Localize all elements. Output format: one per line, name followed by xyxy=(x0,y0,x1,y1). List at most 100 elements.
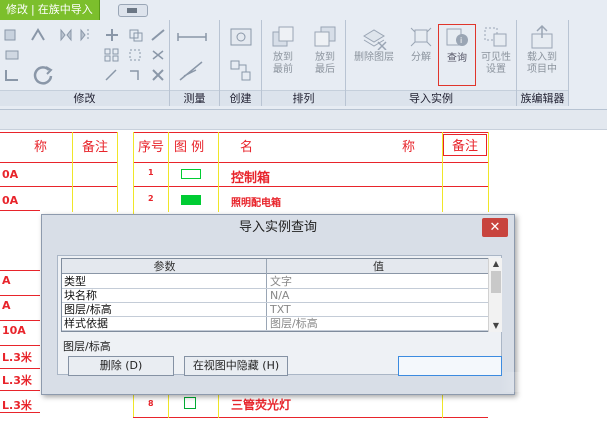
create-component-icon[interactable] xyxy=(228,26,254,48)
left-name-header: 称 xyxy=(34,140,48,155)
left-cell: L.3米 xyxy=(2,374,32,387)
bring-to-front-icon xyxy=(272,26,294,47)
grid-line xyxy=(168,132,169,212)
array-icon[interactable] xyxy=(104,48,120,62)
scroll-thumb[interactable] xyxy=(491,271,501,293)
delete-layers-label: 删除图层 xyxy=(354,52,394,63)
grid-line xyxy=(168,394,169,418)
copy-icon[interactable] xyxy=(128,28,144,42)
visibility-settings-label-2: 设置 xyxy=(486,64,506,75)
left-cell: A xyxy=(2,274,11,287)
load-into-project-label-1: 载入到 xyxy=(527,52,557,63)
hide-in-view-button[interactable]: 在视图中隐藏 (H) xyxy=(184,356,288,376)
name-header-head: 名 xyxy=(240,140,254,155)
legend-swatch-fluorescent xyxy=(184,397,196,409)
dialog-body: 参数 值 类型 文字 块名称 N/A 图层/标高 TXT 样式依据 图层/标高 … xyxy=(57,255,502,376)
grid-line xyxy=(0,132,118,133)
left-cell: 0A xyxy=(2,168,19,181)
send-to-back-label-1: 放到 xyxy=(315,52,335,63)
panel-title-import-instance: 导入实例 xyxy=(346,90,516,106)
grid-line xyxy=(0,210,40,211)
delete-icon[interactable] xyxy=(150,68,166,82)
legend-header: 图 例 xyxy=(174,140,205,155)
measure-dimension-icon[interactable] xyxy=(176,30,208,44)
delete-layers-button[interactable]: 删除图层 xyxy=(350,24,398,86)
view-strip xyxy=(0,110,607,130)
dialog-title: 导入实例查询 xyxy=(238,220,317,235)
load-into-project-button[interactable]: 载入到 项目中 xyxy=(523,24,561,86)
param-value: 图层/标高 xyxy=(270,317,318,330)
move-icon[interactable] xyxy=(104,28,120,42)
left-cell: L.3米 xyxy=(2,351,32,364)
quick-access-dropdown[interactable] xyxy=(118,4,148,17)
scroll-down-arrow-icon[interactable]: ▼ xyxy=(489,320,503,332)
send-to-back-button[interactable]: 放到 最后 xyxy=(306,24,344,86)
left-cell: 0A xyxy=(2,194,19,207)
visibility-settings-button[interactable]: 可见性 设置 xyxy=(478,24,514,86)
create-group-icon[interactable] xyxy=(228,58,254,84)
tab-separator: | xyxy=(31,3,35,16)
svg-text:i: i xyxy=(460,36,462,45)
scroll-up-arrow-icon[interactable]: ▲ xyxy=(489,258,503,270)
param-name: 样式依据 xyxy=(64,317,108,330)
visibility-settings-label-1: 可见性 xyxy=(481,52,511,63)
seq-header: 序号 xyxy=(138,140,165,155)
grid-line xyxy=(0,270,40,271)
explode-icon xyxy=(410,27,432,47)
unpin-icon[interactable] xyxy=(104,68,120,82)
offset-icon[interactable] xyxy=(30,28,46,42)
parameters-table[interactable]: 参数 值 类型 文字 块名称 N/A 图层/标高 TXT 样式依据 图层/标高 xyxy=(61,258,489,332)
split-icon[interactable] xyxy=(150,28,166,42)
grid-line xyxy=(0,162,118,163)
row-seq: 2 xyxy=(148,194,154,203)
query-icon: i xyxy=(446,28,468,46)
ok-button[interactable] xyxy=(398,356,502,376)
ribbon: 修改 | 在族中导入 修改 测量 创建 放到 最前 放到 最后 排列 删除图层 … xyxy=(0,0,607,110)
bring-to-front-button[interactable]: 放到 最前 xyxy=(264,24,302,86)
load-into-project-icon xyxy=(531,24,553,49)
rotate-icon[interactable] xyxy=(32,64,54,86)
context-tab[interactable]: 修改 | 在族中导入 xyxy=(0,0,100,20)
param-value: N/A xyxy=(270,289,290,302)
panel-family-editor: 载入到 项目中 族编辑器 xyxy=(517,20,569,106)
grid-line xyxy=(133,162,488,163)
grid-line xyxy=(0,295,40,296)
measure-angle-icon[interactable] xyxy=(176,60,208,82)
row-name: 三管荧光灯 xyxy=(231,398,292,412)
table-row[interactable]: 块名称 N/A xyxy=(62,289,488,303)
table-scrollbar[interactable]: ▲ ▼ xyxy=(488,258,502,332)
panel-title-arrange: 排列 xyxy=(262,90,345,106)
trim-extend-icon[interactable] xyxy=(128,68,144,82)
delete-button[interactable]: 删除 (D) xyxy=(68,356,174,376)
param-value: 文字 xyxy=(270,275,292,288)
bring-to-front-label-2: 最前 xyxy=(273,64,293,75)
pin-icon[interactable] xyxy=(150,48,166,62)
grid-line xyxy=(133,186,488,187)
explode-button[interactable]: 分解 xyxy=(402,24,440,86)
param-name: 图层/标高 xyxy=(64,303,112,316)
delete-layers-icon xyxy=(363,29,387,50)
row-name: 照明配电箱 xyxy=(231,198,281,209)
layer-group-label: 图层/标高 xyxy=(63,340,111,353)
mirror-axis-icon[interactable] xyxy=(58,28,74,42)
scale-icon[interactable] xyxy=(128,48,144,62)
value-column-header: 值 xyxy=(267,259,488,274)
mirror-draw-icon[interactable] xyxy=(78,28,94,42)
left-cell: A xyxy=(2,299,11,312)
grid-line xyxy=(0,390,40,391)
trim-icon[interactable] xyxy=(4,68,20,82)
close-button[interactable]: ✕ xyxy=(482,218,508,237)
query-button[interactable]: i 查询 xyxy=(438,24,476,86)
table-row[interactable]: 类型 文字 xyxy=(62,275,488,289)
grid-line xyxy=(218,132,219,212)
grid-line xyxy=(0,186,118,187)
name-header-tail: 称 xyxy=(402,140,416,155)
align-icon[interactable] xyxy=(4,28,20,42)
explode-label: 分解 xyxy=(411,52,431,63)
row-seq: 1 xyxy=(148,168,154,177)
join-icon[interactable] xyxy=(4,48,20,62)
grid-line xyxy=(117,132,118,212)
table-row[interactable]: 图层/标高 TXT xyxy=(62,303,488,317)
table-row[interactable]: 样式依据 图层/标高 xyxy=(62,317,488,331)
panel-measure: 测量 xyxy=(170,20,220,106)
